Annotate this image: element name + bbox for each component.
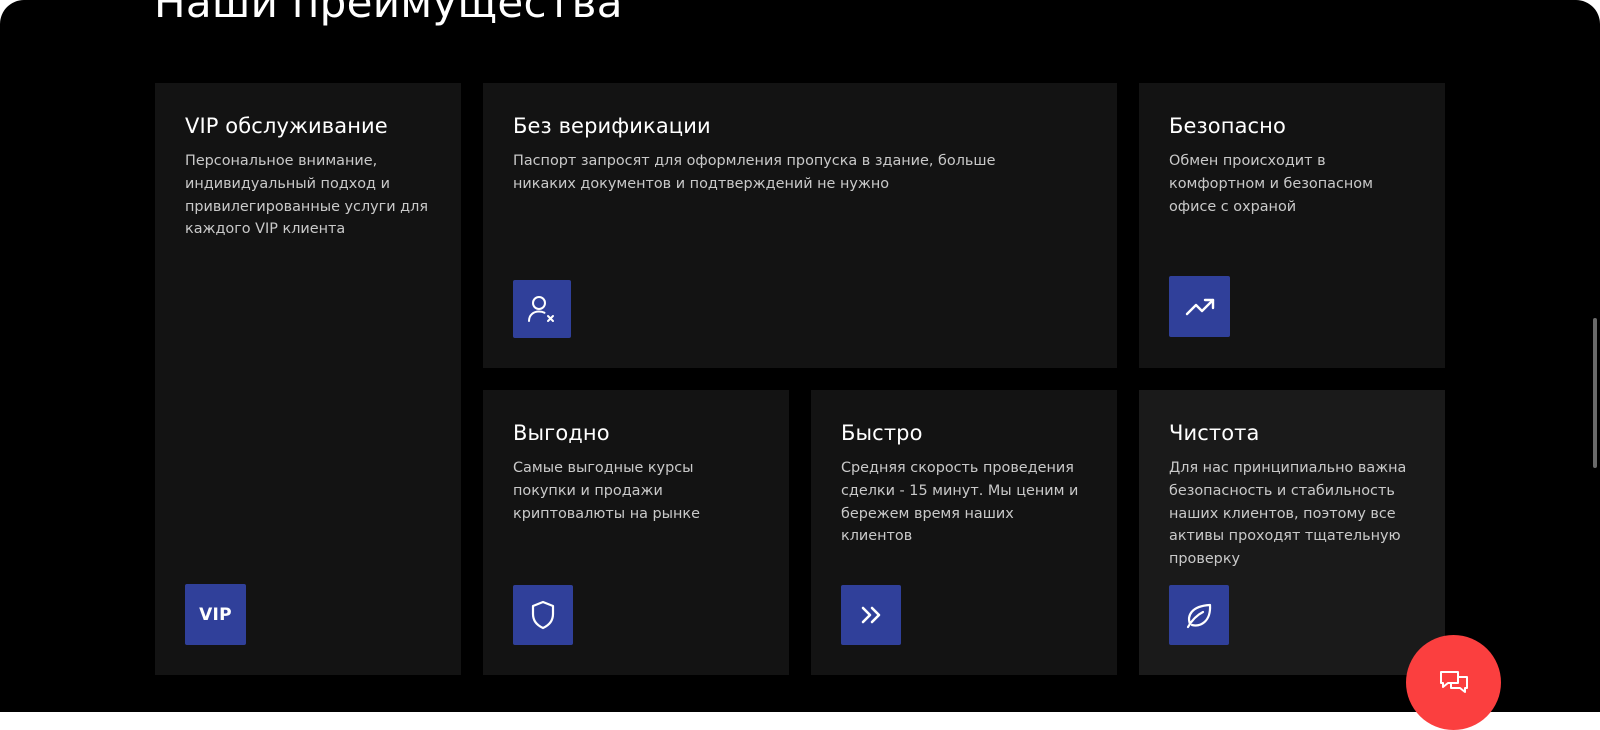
card-title: Выгодно <box>513 421 610 445</box>
card-title: Чистота <box>1169 421 1260 445</box>
advantage-card-profitable: Выгодно Самые выгодные курсы покупки и п… <box>483 390 789 675</box>
card-text: Паспорт запросят для оформления пропуска… <box>513 153 996 192</box>
card-text: Самые выгодные курсы покупки и продажи к… <box>513 460 700 522</box>
section-title: Наши преимущества <box>154 0 623 27</box>
chat-bubbles-icon <box>1439 671 1468 693</box>
advantage-card-vip: VIP обслуживание Персональное внимание, … <box>155 83 461 675</box>
card-text: Обмен происходит в комфортном и безопасн… <box>1169 153 1373 215</box>
advantage-card-safe: Безопасно Обмен происходит в комфортном … <box>1139 83 1445 368</box>
advantage-card-fast: Быстро Средняя скорость проведения сделк… <box>811 390 1117 675</box>
trending-up-icon <box>1169 276 1230 337</box>
card-title: Безопасно <box>1169 114 1286 138</box>
card-title: Без верификации <box>513 114 711 138</box>
advantage-card-no-verification: Без верификации Паспорт запросят для офо… <box>483 83 1117 368</box>
leaf-icon <box>1169 585 1229 645</box>
advantage-card-clean: Чистота Для нас принципиально важна безо… <box>1139 390 1445 675</box>
vip-icon-label: VIP <box>199 604 232 625</box>
user-remove-icon <box>513 280 571 338</box>
page-scrollbar[interactable] <box>1593 318 1597 468</box>
vip-icon: VIP <box>185 584 246 645</box>
shield-icon <box>513 585 573 645</box>
page-frame: Наши преимущества VIP обслуживание Персо… <box>0 0 1600 712</box>
card-text: Для нас принципиально важна безопасность… <box>1169 460 1407 568</box>
card-title: VIP обслуживание <box>185 114 388 138</box>
double-chevron-right-icon <box>841 585 901 645</box>
card-text: Персональное внимание, индивидуальный по… <box>185 153 428 238</box>
card-title: Быстро <box>841 421 923 445</box>
card-text: Средняя скорость проведения сделки - 15 … <box>841 460 1079 545</box>
chat-button[interactable] <box>1406 635 1501 730</box>
